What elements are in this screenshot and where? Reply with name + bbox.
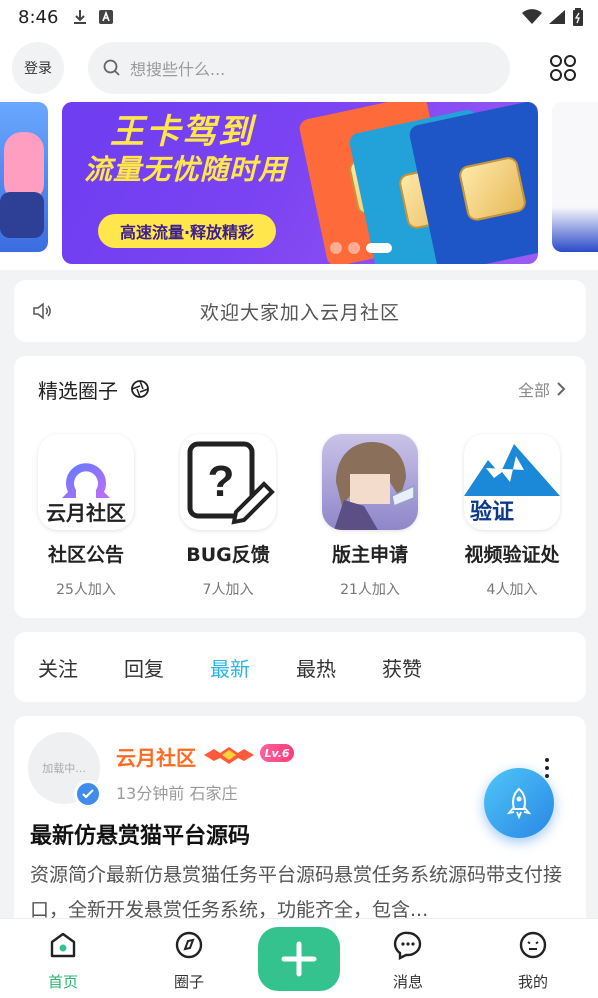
medal-icon bbox=[204, 747, 254, 764]
circle-avatar: 验证 bbox=[464, 434, 560, 530]
rocket-fab-button[interactable] bbox=[484, 768, 554, 838]
circle-image-text: 云月社区 bbox=[46, 501, 126, 525]
nav-circles-label: 圈子 bbox=[173, 973, 204, 991]
circle-avatar: 云月社区 bbox=[38, 434, 134, 530]
circle-item-moderator-apply[interactable]: 版主申请 21人加入 bbox=[310, 434, 430, 599]
search-input[interactable]: 想搜些什么... bbox=[88, 42, 510, 94]
feed-tabs: 关注 回复 最新 最热 获赞 bbox=[14, 632, 586, 702]
rocket-icon bbox=[506, 787, 532, 819]
circle-member-count: 4人加入 bbox=[486, 582, 538, 598]
nav-profile[interactable]: 我的 bbox=[498, 929, 568, 992]
banner-next-slide[interactable] bbox=[552, 102, 598, 252]
banner-pill: 高速流量·释放精彩 bbox=[98, 214, 276, 248]
verified-badge-icon bbox=[74, 780, 102, 808]
anime-avatar-icon bbox=[334, 442, 415, 530]
signal-icon bbox=[549, 10, 565, 24]
banner-carousel[interactable]: 王卡驾到 流量无忧随时用 高速流量·释放精彩 bbox=[0, 102, 598, 270]
circle-item-announcements[interactable]: 云月社区 社区公告 25人加入 bbox=[26, 434, 146, 599]
banner-prev-slide[interactable] bbox=[0, 102, 48, 252]
question-edit-icon: ? bbox=[187, 441, 275, 525]
post-meta: 13分钟前 石家庄 bbox=[116, 784, 238, 803]
bottom-navigation: 首页 圈子 消息 我的 bbox=[0, 918, 598, 998]
nav-circles[interactable]: 圈子 bbox=[154, 929, 224, 992]
add-post-button[interactable] bbox=[258, 927, 340, 991]
speaker-icon bbox=[33, 302, 51, 320]
tab-liked[interactable]: 获赞 bbox=[382, 653, 422, 682]
banner-title-top: 王卡驾到 bbox=[110, 112, 254, 152]
carousel-dot-active bbox=[366, 243, 392, 253]
banner-slide[interactable]: 王卡驾到 流量无忧随时用 高速流量·释放精彩 bbox=[62, 102, 538, 264]
level-badge: Lv.6 bbox=[260, 744, 294, 762]
plus-icon bbox=[281, 941, 317, 977]
announcement-bar[interactable]: 欢迎大家加入云月社区 bbox=[14, 280, 586, 342]
search-placeholder: 想搜些什么... bbox=[130, 60, 226, 79]
view-all-link[interactable]: 全部 bbox=[518, 377, 566, 401]
circle-avatar bbox=[322, 434, 418, 530]
nav-messages-label: 消息 bbox=[392, 973, 423, 991]
circle-name: 版主申请 bbox=[331, 544, 408, 566]
compass-icon bbox=[173, 929, 205, 961]
search-icon bbox=[103, 59, 120, 76]
tab-latest[interactable]: 最新 bbox=[210, 653, 250, 682]
carousel-indicator bbox=[330, 242, 392, 254]
tab-hottest[interactable]: 最热 bbox=[296, 653, 336, 682]
download-icon bbox=[74, 10, 87, 24]
carousel-dot bbox=[348, 242, 360, 254]
banner-title: 流量无忧随时用 bbox=[84, 153, 288, 186]
svg-text:?: ? bbox=[208, 457, 235, 506]
nav-home-label: 首页 bbox=[47, 973, 78, 991]
status-time: 8:46 bbox=[18, 6, 59, 28]
post-title[interactable]: 最新仿悬赏猫平台源码 bbox=[30, 818, 250, 850]
circle-image-text: 验证 bbox=[470, 500, 515, 525]
aperture-icon bbox=[131, 380, 149, 398]
chevron-right-icon bbox=[557, 382, 566, 396]
nav-messages[interactable]: 消息 bbox=[373, 929, 443, 992]
post-author-name[interactable]: 云月社区 bbox=[116, 742, 196, 771]
nav-home[interactable]: 首页 bbox=[28, 929, 98, 992]
nav-profile-label: 我的 bbox=[517, 973, 548, 991]
circle-name: BUG反馈 bbox=[186, 544, 270, 566]
apps-grid-icon bbox=[550, 55, 576, 81]
status-bar: 8:46 bbox=[0, 0, 598, 34]
home-icon bbox=[47, 929, 79, 961]
featured-circles-title: 精选圈子 bbox=[38, 378, 118, 403]
carousel-dot bbox=[330, 242, 342, 254]
chat-icon bbox=[392, 929, 424, 961]
announcement-text: 欢迎大家加入云月社区 bbox=[199, 301, 400, 324]
circle-item-video-verify[interactable]: 验证 视频验证处 4人加入 bbox=[452, 434, 572, 599]
face-icon bbox=[517, 929, 549, 961]
circle-member-count: 21人加入 bbox=[340, 582, 400, 598]
featured-circles-card: 精选圈子 全部 云月社区 社区公告 25人加入 ? BUG反馈 7人加入 版主申… bbox=[14, 356, 586, 618]
circle-item-bug-feedback[interactable]: ? BUG反馈 7人加入 bbox=[168, 434, 288, 599]
tab-replies[interactable]: 回复 bbox=[124, 653, 164, 682]
circle-member-count: 7人加入 bbox=[202, 582, 254, 598]
wifi-icon bbox=[522, 9, 542, 24]
battery-icon bbox=[573, 8, 583, 26]
circle-name: 视频验证处 bbox=[464, 544, 560, 566]
circle-name: 社区公告 bbox=[47, 544, 124, 566]
more-options-icon[interactable] bbox=[544, 758, 550, 778]
circle-avatar: ? bbox=[180, 434, 276, 530]
tab-follow[interactable]: 关注 bbox=[38, 653, 78, 682]
apps-grid-button[interactable] bbox=[546, 51, 580, 85]
login-button[interactable]: 登录 bbox=[12, 42, 64, 94]
featured-circles-header: 精选圈子 全部 bbox=[38, 374, 566, 404]
top-header: 登录 想搜些什么... bbox=[0, 34, 598, 102]
text-notification-icon bbox=[99, 10, 114, 24]
circle-member-count: 25人加入 bbox=[56, 582, 116, 598]
view-all-label: 全部 bbox=[517, 381, 550, 400]
